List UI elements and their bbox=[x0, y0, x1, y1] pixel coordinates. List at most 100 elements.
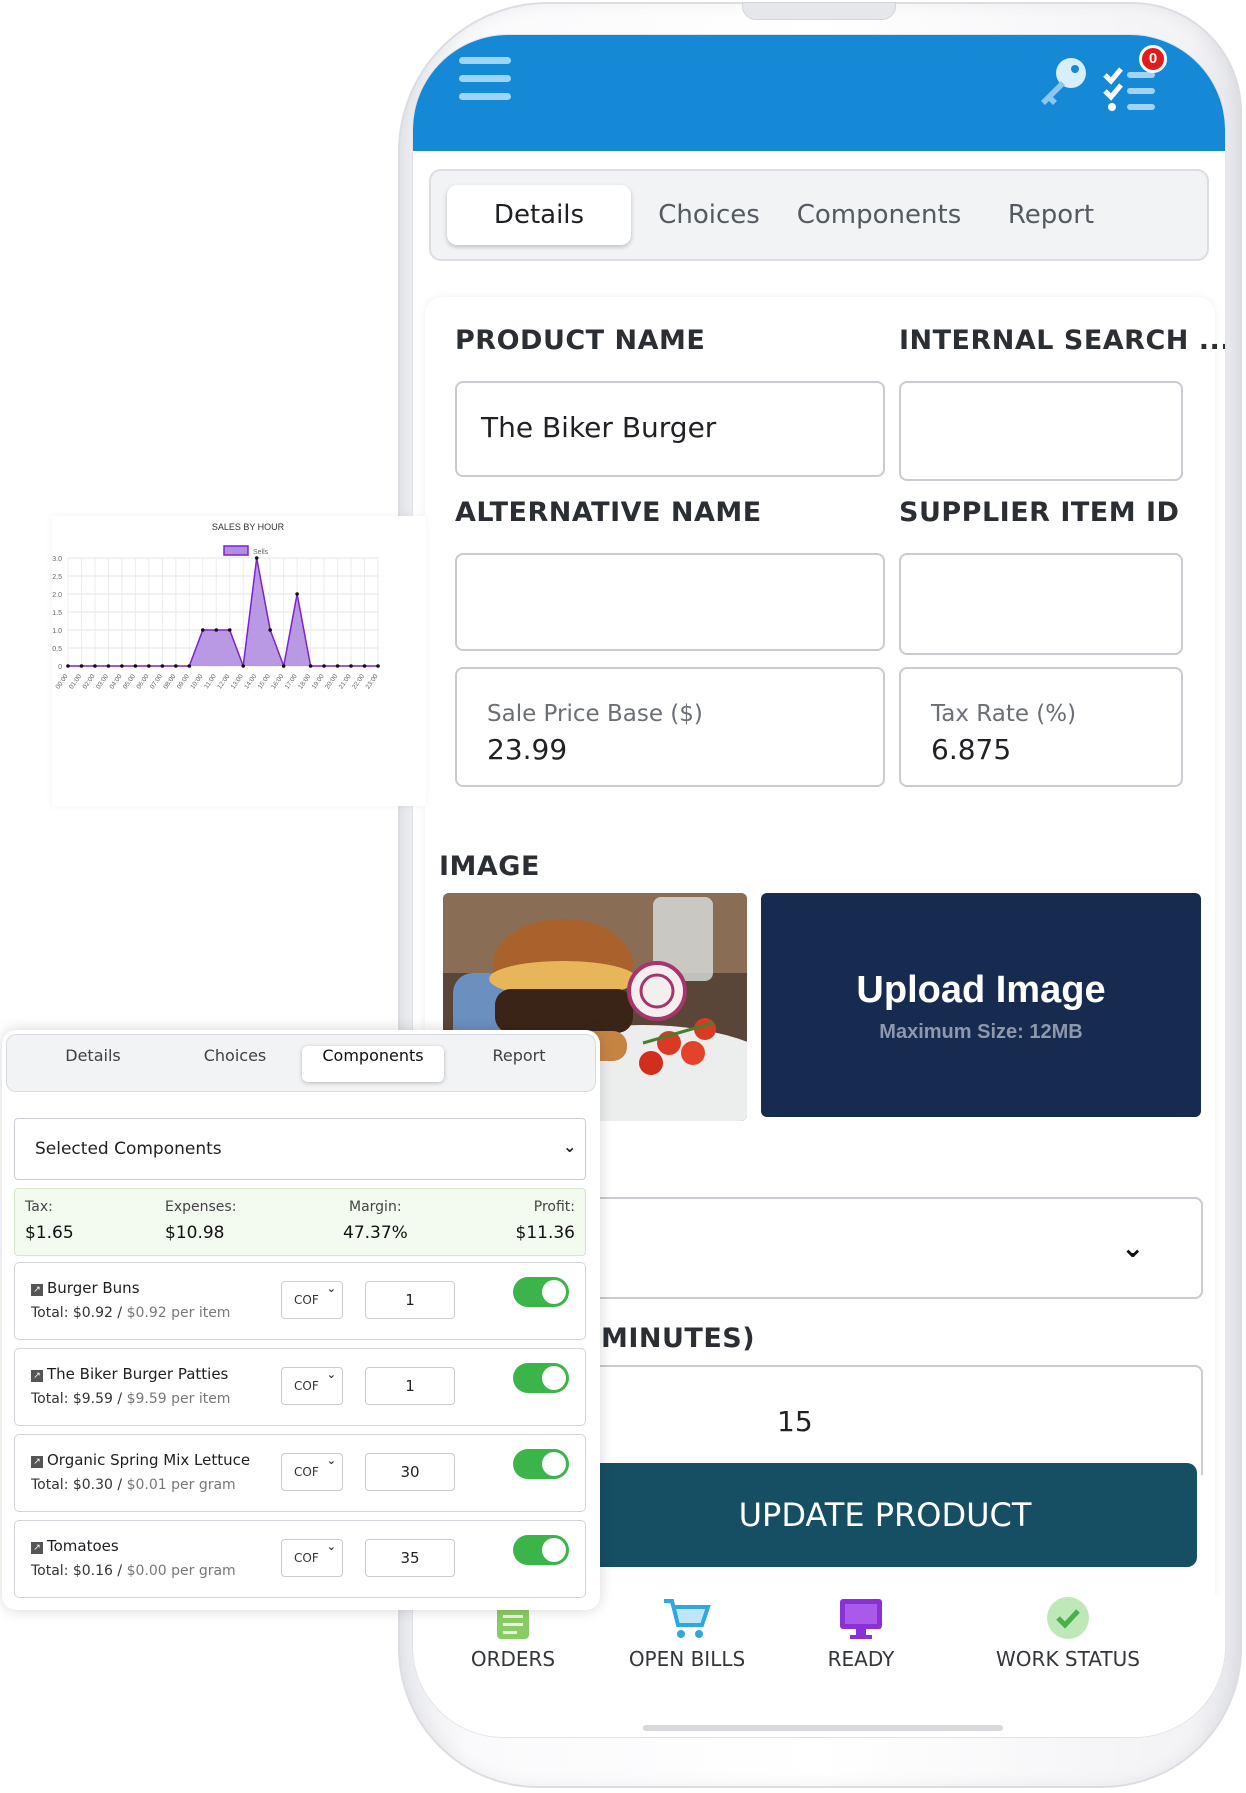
component-unit-select[interactable]: COF ⌄ bbox=[281, 1281, 343, 1319]
category-select[interactable] bbox=[573, 1197, 1203, 1299]
x-tick-label: 17:00 bbox=[284, 673, 299, 691]
component-enabled-toggle[interactable] bbox=[513, 1277, 569, 1307]
update-product-button[interactable]: UPDATE PRODUCT bbox=[573, 1463, 1197, 1567]
profit-label: Profit: bbox=[533, 1199, 575, 1215]
main-tab-bar: Details Choices Components Report bbox=[429, 169, 1209, 261]
components-panel: Details Choices Components Report Select… bbox=[2, 1030, 600, 1610]
component-enabled-toggle[interactable] bbox=[513, 1449, 569, 1479]
component-name[interactable]: The Biker Burger Patties bbox=[47, 1365, 228, 1383]
y-tick-label: 3.0 bbox=[52, 556, 62, 563]
component-name[interactable]: Tomatoes bbox=[47, 1537, 119, 1555]
minutes-label: MINUTES) bbox=[601, 1323, 756, 1354]
nav-work-status-label: WORK STATUS bbox=[996, 1647, 1140, 1671]
x-tick-label: 07:00 bbox=[149, 673, 164, 691]
chevron-down-icon: ⌄ bbox=[326, 1540, 336, 1553]
component-quantity-input[interactable]: 1 bbox=[365, 1367, 455, 1405]
tab-report[interactable]: Report bbox=[951, 185, 1151, 245]
chart-legend: Sells bbox=[223, 545, 269, 556]
tab-components[interactable]: Components bbox=[779, 185, 979, 245]
component-unit-value: COF bbox=[294, 1465, 319, 1479]
chart-y-ticks: 0 0.5 1.0 1.5 2.0 2.5 3.0 bbox=[52, 556, 62, 671]
minutes-field[interactable] bbox=[573, 1365, 1203, 1475]
component-unit-select[interactable]: COF ⌄ bbox=[281, 1367, 343, 1405]
tax-rate-field[interactable]: Tax Rate (%) 6.875 bbox=[899, 667, 1183, 787]
nav-open-bills-label: OPEN BILLS bbox=[628, 1647, 746, 1671]
sale-price-label: Sale Price Base ($) bbox=[487, 701, 703, 727]
x-tick-label: 14:00 bbox=[243, 673, 258, 691]
data-point bbox=[120, 664, 124, 668]
tab-choices-small[interactable]: Choices bbox=[173, 1046, 297, 1082]
tab-report-small[interactable]: Report bbox=[457, 1046, 581, 1082]
nav-orders-label: ORDERS bbox=[470, 1647, 556, 1671]
component-quantity-input[interactable]: 1 bbox=[365, 1281, 455, 1319]
external-link-icon[interactable]: ↗ bbox=[31, 1284, 43, 1296]
selected-components-value: Selected Components bbox=[35, 1139, 222, 1159]
data-point bbox=[133, 664, 138, 668]
data-point bbox=[93, 664, 97, 668]
internal-search-label: INTERNAL SEARCH ... bbox=[899, 325, 1226, 356]
x-tick-label: 21:00 bbox=[338, 673, 353, 691]
component-quantity-input[interactable]: 35 bbox=[365, 1539, 455, 1577]
x-tick-label: 23:00 bbox=[365, 673, 380, 691]
nav-ready-label: READY bbox=[827, 1647, 895, 1671]
component-name[interactable]: Organic Spring Mix Lettuce bbox=[47, 1451, 250, 1469]
sale-price-field[interactable]: Sale Price Base ($) 23.99 bbox=[455, 667, 885, 787]
supplier-item-id-label: SUPPLIER ITEM ID bbox=[899, 497, 1180, 528]
margin-label: Margin: bbox=[349, 1199, 402, 1215]
component-name[interactable]: Burger Buns bbox=[47, 1279, 140, 1297]
upload-image-button[interactable]: Upload Image Maximum Size: 12MB bbox=[761, 893, 1201, 1117]
component-enabled-toggle[interactable] bbox=[513, 1363, 569, 1393]
external-link-icon[interactable]: ↗ bbox=[31, 1456, 43, 1468]
component-unit-value: COF bbox=[294, 1293, 319, 1307]
tab-details[interactable]: Details bbox=[447, 185, 631, 245]
chevron-down-icon: ⌄ bbox=[563, 1137, 577, 1156]
key-icon[interactable] bbox=[1035, 55, 1091, 111]
selected-components-select[interactable]: Selected Components ⌄ bbox=[14, 1118, 586, 1180]
x-tick-label: 19:00 bbox=[311, 673, 326, 691]
upload-image-title: Upload Image bbox=[856, 969, 1106, 1011]
tab-details-small[interactable]: Details bbox=[31, 1046, 155, 1082]
y-tick-label: 0 bbox=[58, 664, 62, 671]
toggle-knob bbox=[542, 1538, 566, 1562]
x-tick-label: 05:00 bbox=[122, 673, 137, 691]
x-tick-label: 12:00 bbox=[216, 673, 231, 691]
legend-label: Sells bbox=[253, 549, 269, 556]
chart-title: SALES BY HOUR bbox=[212, 522, 285, 532]
data-point bbox=[147, 664, 151, 668]
component-total: Total: $0.30 bbox=[31, 1477, 113, 1493]
tab-components-small[interactable]: Components bbox=[302, 1046, 444, 1082]
component-unit-select[interactable]: COF ⌄ bbox=[281, 1453, 343, 1491]
component-total: Total: $0.16 bbox=[31, 1563, 113, 1579]
data-point bbox=[268, 628, 272, 632]
product-name-field[interactable]: The Biker Burger bbox=[455, 381, 885, 477]
data-point bbox=[349, 664, 353, 668]
sale-price-value: 23.99 bbox=[487, 733, 568, 766]
component-unit-select[interactable]: COF ⌄ bbox=[281, 1539, 343, 1577]
profit-value: $11.36 bbox=[515, 1223, 575, 1243]
internal-search-field[interactable] bbox=[899, 381, 1183, 481]
x-tick-label: 18:00 bbox=[297, 673, 312, 691]
external-link-icon[interactable]: ↗ bbox=[31, 1370, 43, 1382]
component-quantity-input[interactable]: 30 bbox=[365, 1453, 455, 1491]
external-link-icon[interactable]: ↗ bbox=[31, 1542, 43, 1554]
component-total: Total: $9.59 bbox=[31, 1391, 113, 1407]
component-enabled-toggle[interactable] bbox=[513, 1535, 569, 1565]
y-tick-label: 1.0 bbox=[52, 628, 62, 635]
chevron-down-icon: ⌄ bbox=[326, 1368, 336, 1381]
tab-choices[interactable]: Choices bbox=[615, 185, 803, 245]
y-tick-label: 2.5 bbox=[52, 574, 62, 581]
x-tick-label: 11:00 bbox=[203, 673, 218, 690]
supplier-item-id-field[interactable] bbox=[899, 553, 1183, 655]
x-tick-label: 04:00 bbox=[108, 673, 123, 691]
alternative-name-field[interactable] bbox=[455, 553, 885, 651]
menu-icon[interactable] bbox=[453, 49, 525, 119]
nav-ready[interactable]: READY bbox=[761, 1595, 961, 1671]
margin-value: 47.37% bbox=[343, 1223, 408, 1243]
nav-work-status[interactable]: WORK STATUS bbox=[963, 1595, 1173, 1671]
cart-icon bbox=[664, 1599, 711, 1638]
nav-open-bills[interactable]: OPEN BILLS bbox=[587, 1595, 787, 1671]
notification-badge: 0 bbox=[1139, 45, 1167, 73]
data-point bbox=[335, 664, 340, 668]
component-unit-cost: $0.00 per gram bbox=[126, 1563, 236, 1579]
check-circle-icon bbox=[1047, 1597, 1089, 1639]
